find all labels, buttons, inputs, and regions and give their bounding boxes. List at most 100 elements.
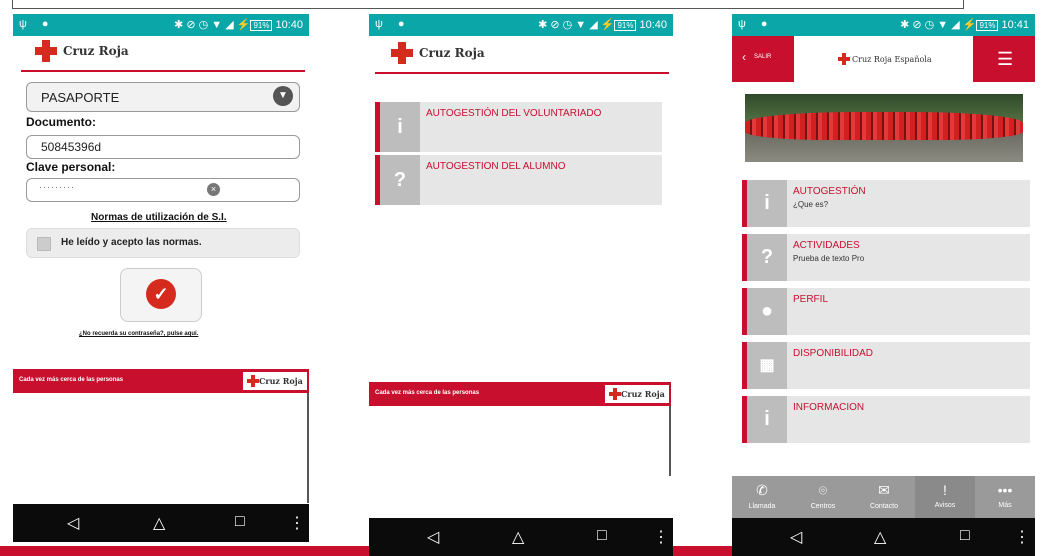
submit-button[interactable]: ✓ xyxy=(120,268,202,322)
clock: 10:40 xyxy=(639,19,667,31)
status-bar: ψ ● ✱ ⊘ ◷ ▼ ◢ ⚡ 91% 10:41 xyxy=(732,14,1035,36)
tab-label: Más xyxy=(998,502,1012,509)
clear-icon[interactable]: × xyxy=(207,183,220,196)
alert-icon: ! xyxy=(943,482,947,498)
question-icon: ? xyxy=(747,234,787,281)
phone-icon: ✆ xyxy=(756,482,768,498)
document-type-select[interactable]: PASAPORTE ▼ xyxy=(26,82,300,112)
tab-centros[interactable]: ⌾ Centros xyxy=(793,476,853,518)
menu-item-alumno[interactable]: ? AUTOGESTION DEL ALUMNO xyxy=(375,155,662,205)
header-divider xyxy=(21,70,305,72)
pin-icon: ⌾ xyxy=(818,482,828,498)
mail-icon: ✉ xyxy=(878,482,890,498)
back-icon[interactable]: ◁ xyxy=(67,513,79,533)
hamburger-icon: ☰ xyxy=(997,49,1014,69)
android-nav-bar: ◁ △ □ ⋮ xyxy=(13,504,309,542)
menu-item-autogestion[interactable]: i AUTOGESTIÓN ¿Que es? xyxy=(742,180,1030,227)
back-icon[interactable]: ◁ xyxy=(790,527,802,547)
phone-login: ψ ● ✱ ⊘ ◷ ▼ ◢ ⚡ 91% 10:40 Cruz Roja PASAPO… xyxy=(13,14,309,542)
recents-icon[interactable]: □ xyxy=(960,527,970,545)
menu-item-title: AUTOGESTIÓN DEL VOLUNTARIADO xyxy=(426,108,602,119)
brand-name: Cruz Roja xyxy=(419,46,485,60)
top-frame-border xyxy=(12,0,964,9)
menu-item-title: INFORMACION xyxy=(793,402,865,413)
hero-photo xyxy=(745,94,1023,162)
home-icon[interactable]: △ xyxy=(512,527,524,547)
chevron-down-icon: ▼ xyxy=(273,86,293,106)
status-right: ✱ ⊘ ◷ ▼ ◢ ⚡ 91% 10:40 xyxy=(174,19,303,31)
notification-icons: ψ ● xyxy=(19,18,55,30)
header-divider xyxy=(375,72,669,74)
more-vert-icon[interactable]: ⋮ xyxy=(289,513,305,533)
menu-item-title: PERFIL xyxy=(793,294,829,305)
home-icon[interactable]: △ xyxy=(153,513,165,533)
menu-item-disponibilidad[interactable]: ▦ DISPONIBILIDAD xyxy=(742,342,1030,389)
menu-item-perfil[interactable]: ● PERFIL xyxy=(742,288,1030,335)
clock: 10:40 xyxy=(275,19,303,31)
tab-label: Avisos xyxy=(934,502,956,509)
brand-name: Cruz Roja Española xyxy=(852,55,932,64)
bottom-tab-bar: ✆ Llamada ⌾ Centros ✉ Contacto ! Avisos ••• M… xyxy=(732,476,1035,518)
forgot-password-link[interactable]: ¿No recuerda su contraseña?, pulse aquí. xyxy=(79,331,198,337)
info-icon: i xyxy=(380,102,420,152)
back-icon[interactable]: ◁ xyxy=(427,527,439,547)
dots-icon: ••• xyxy=(997,482,1013,498)
documento-label: Documento: xyxy=(26,115,96,129)
footer-banner: Cada vez más cerca de las personas Cruz … xyxy=(369,382,671,406)
status-bar: ψ ● ✱ ⊘ ◷ ▼ ◢ ⚡ 91% 10:40 xyxy=(369,14,673,36)
normas-link[interactable]: Normas de utilización de S.I. xyxy=(91,212,227,223)
menu-item-informacion[interactable]: i INFORMACION xyxy=(742,396,1030,443)
footer-slogan: Cada vez más cerca de las personas xyxy=(19,377,124,383)
person-icon: ● xyxy=(747,288,787,335)
back-button[interactable]: ‹ SALIR xyxy=(732,36,794,82)
clock: 10:41 xyxy=(1001,19,1029,31)
question-icon: ? xyxy=(380,155,420,205)
red-cross-icon xyxy=(609,388,621,400)
menu-item-title: AUTOGESTION DEL ALUMNO xyxy=(426,161,566,172)
menu-item-title: ACTIVIDADES xyxy=(793,240,860,251)
clave-value: ········· xyxy=(39,182,75,192)
tab-mas[interactable]: ••• Más xyxy=(975,476,1035,518)
footer-slogan: Cada vez más cerca de las personas xyxy=(375,390,480,396)
tab-label: Llamada xyxy=(748,503,776,510)
recents-icon[interactable]: □ xyxy=(235,513,245,531)
android-nav-bar: ◁ △ □ ⋮ xyxy=(369,518,673,556)
more-vert-icon[interactable]: ⋮ xyxy=(653,527,669,547)
chevron-left-icon: ‹ xyxy=(742,50,746,64)
menu-item-voluntariado[interactable]: i AUTOGESTIÓN DEL VOLUNTARIADO xyxy=(375,102,662,152)
red-cross-icon xyxy=(247,375,259,387)
status-bar: ψ ● ✱ ⊘ ◷ ▼ ◢ ⚡ 91% 10:40 xyxy=(13,14,309,36)
hamburger-menu-button[interactable]: ☰ xyxy=(973,36,1035,82)
android-nav-bar: ◁ △ □ ⋮ xyxy=(732,518,1035,556)
footer-logo: Cruz Roja xyxy=(605,385,669,403)
battery-icon: 91% xyxy=(250,20,273,31)
brand-name: Cruz Roja xyxy=(63,44,129,58)
info-icon: i xyxy=(747,396,787,443)
accept-checkbox[interactable] xyxy=(37,237,51,251)
phone-menu: ψ ● ✱ ⊘ ◷ ▼ ◢ ⚡ 91% 10:40 Cruz Roja i AUTO… xyxy=(369,14,673,556)
recents-icon[interactable]: □ xyxy=(597,527,607,545)
tab-contacto[interactable]: ✉ Contacto xyxy=(854,476,914,518)
red-cross-logo-icon xyxy=(838,53,850,65)
footer-brand: Cruz Roja xyxy=(621,389,665,399)
clave-input[interactable]: ········· × xyxy=(26,178,300,202)
tab-avisos[interactable]: ! Avisos xyxy=(915,476,975,518)
battery-icon: 91% xyxy=(976,20,999,31)
tab-llamada[interactable]: ✆ Llamada xyxy=(732,476,792,518)
battery-icon: 91% xyxy=(614,20,637,31)
bottom-red-stripe-right xyxy=(673,546,732,556)
check-icon: ✓ xyxy=(146,279,176,309)
menu-item-actividades[interactable]: ? ACTIVIDADES Prueba de texto Pro xyxy=(742,234,1030,281)
menu-item-subtitle: ¿Que es? xyxy=(793,200,829,209)
calendar-icon: ▦ xyxy=(747,342,787,389)
more-vert-icon[interactable]: ⋮ xyxy=(1014,527,1030,547)
documento-input[interactable]: 50845396d xyxy=(26,135,300,159)
document-type-value: PASAPORTE xyxy=(41,90,120,105)
footer-banner: Cada vez más cerca de las personas Cruz … xyxy=(13,369,309,393)
app-header: ‹ SALIR Cruz Roja Española ☰ xyxy=(732,36,1035,82)
notification-icons: ψ ● xyxy=(738,18,774,30)
home-icon[interactable]: △ xyxy=(874,527,886,547)
accept-checkbox-row[interactable]: He leído y acepto las normas. xyxy=(26,228,300,258)
status-right: ✱ ⊘ ◷ ▼ ◢ ⚡ 91% 10:41 xyxy=(900,19,1029,31)
red-cross-logo-icon xyxy=(391,42,413,64)
